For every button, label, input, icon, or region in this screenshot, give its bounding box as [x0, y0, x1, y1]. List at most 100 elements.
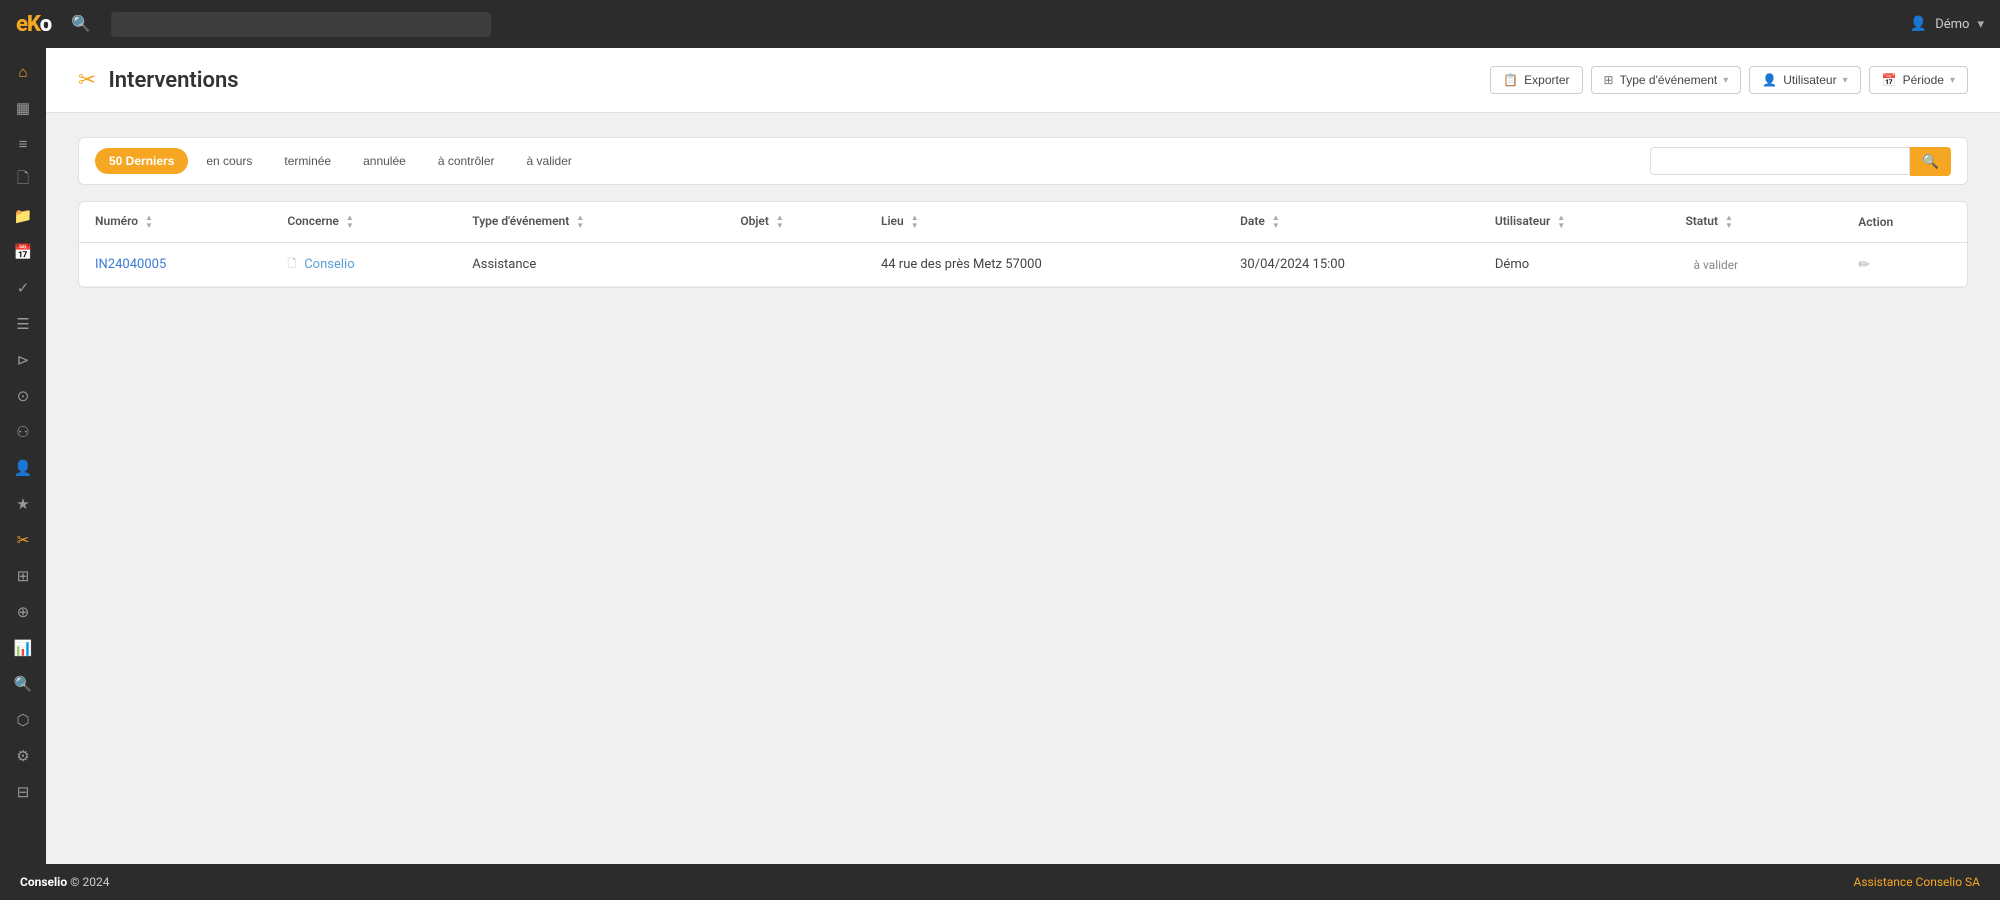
topnav-right: 👤 Démo ▾ [1910, 16, 1984, 32]
sort-arrows-date: ▲▼ [1272, 214, 1280, 230]
cell-concerne: 🗋 Conselio [271, 243, 456, 287]
sidebar-item-network[interactable]: ⬡ [5, 704, 41, 736]
cell-statut: à valider [1669, 243, 1842, 287]
col-utilisateur[interactable]: Utilisateur ▲▼ [1479, 202, 1670, 243]
user-filter-chevron-icon: ▾ [1843, 75, 1848, 86]
col-statut[interactable]: Statut ▲▼ [1669, 202, 1842, 243]
sidebar-item-badge[interactable]: ⊙ [5, 380, 41, 412]
user-filter-button[interactable]: 👤 Utilisateur ▾ [1749, 66, 1860, 94]
table-body: IN24040005 🗋 Conselio Assistance 44 rue … [79, 243, 1967, 287]
sidebar-item-lines[interactable]: ☰ [5, 308, 41, 340]
export-button[interactable]: 📋 Exporter [1490, 66, 1582, 94]
header-actions: 📋 Exporter ⊞ Type d'événement ▾ 👤 Utilis… [1490, 66, 1968, 94]
sidebar: ⌂ ▦ ≡ 🗋 📁 📅 ✓ ☰ ⊳ ⊙ ⚇ 👤 ★ ✂ ⊞ ⊕ 📊 🔍 ⬡ ⚙ … [0, 48, 46, 864]
sidebar-item-home[interactable]: ⌂ [5, 56, 41, 88]
topnav-left: eKo 🔍 [16, 10, 491, 38]
table-header: Numéro ▲▼ Concerne ▲▼ Type d'événement ▲… [79, 202, 1967, 243]
cell-type-evenement: Assistance [456, 243, 724, 287]
filter-search-area: 🔍 [1650, 147, 1951, 176]
cell-utilisateur: Démo [1479, 243, 1670, 287]
filter-search-button[interactable]: 🔍 [1910, 147, 1951, 176]
app-logo: eKo [16, 12, 51, 37]
sidebar-item-truck[interactable]: ⊳ [5, 344, 41, 376]
sidebar-item-table2[interactable]: ⊟ [5, 776, 41, 808]
filter-bar: 50 Derniers en cours terminée annulée à … [78, 137, 1968, 185]
period-filter-button[interactable]: 📅 Période ▾ [1869, 66, 1968, 94]
sidebar-item-star[interactable]: ★ [5, 488, 41, 520]
filter-tab-encours[interactable]: en cours [192, 148, 266, 174]
cell-numero: IN24040005 [79, 243, 271, 287]
topnav-search-input[interactable] [111, 12, 491, 37]
main-content: 50 Derniers en cours terminée annulée à … [46, 113, 2000, 864]
sidebar-item-folder[interactable]: 📁 [5, 200, 41, 232]
footer-left: Conselio © 2024 [20, 875, 110, 889]
sidebar-item-document[interactable]: 🗋 [5, 164, 41, 196]
sidebar-item-dashboard[interactable]: ▦ [5, 92, 41, 124]
col-objet[interactable]: Objet ▲▼ [724, 202, 865, 243]
sort-arrows-utilisateur: ▲▼ [1557, 214, 1565, 230]
user-label: Démo [1935, 17, 1969, 32]
table: Numéro ▲▼ Concerne ▲▼ Type d'événement ▲… [79, 202, 1967, 287]
sidebar-item-search[interactable]: 🔍 [5, 668, 41, 700]
sidebar-item-list[interactable]: ≡ [5, 128, 41, 160]
col-action: Action [1842, 202, 1967, 243]
filter-search-input[interactable] [1650, 147, 1910, 175]
edit-action-button[interactable]: ✏ [1858, 256, 1870, 273]
cell-lieu: 44 rue des près Metz 57000 [865, 243, 1224, 287]
event-type-icon: ⊞ [1604, 73, 1614, 87]
doc-icon: 🗋 [287, 255, 296, 274]
sidebar-item-group[interactable]: ⚇ [5, 416, 41, 448]
footer-year: © 2024 [70, 875, 109, 889]
sort-arrows-statut: ▲▼ [1725, 214, 1733, 230]
footer-right: Assistance Conselio SA [1854, 875, 1980, 889]
concerne-link[interactable]: 🗋 Conselio [287, 255, 440, 274]
sort-arrows-lieu: ▲▼ [911, 214, 919, 230]
col-lieu[interactable]: Lieu ▲▼ [865, 202, 1224, 243]
table-row: IN24040005 🗋 Conselio Assistance 44 rue … [79, 243, 1967, 287]
sort-arrows-objet: ▲▼ [776, 214, 784, 230]
sidebar-item-report[interactable]: ⊞ [5, 560, 41, 592]
filter-tab-50derniers[interactable]: 50 Derniers [95, 148, 188, 174]
sidebar-item-check[interactable]: ✓ [5, 272, 41, 304]
filter-tab-terminee[interactable]: terminée [270, 148, 345, 174]
sidebar-item-globe[interactable]: ⊕ [5, 596, 41, 628]
col-type-evenement[interactable]: Type d'événement ▲▼ [456, 202, 724, 243]
filter-tab-avalider[interactable]: à valider [513, 148, 586, 174]
col-concerne[interactable]: Concerne ▲▼ [271, 202, 456, 243]
sidebar-item-settings[interactable]: ⚙ [5, 740, 41, 772]
sidebar-item-calendar[interactable]: 📅 [5, 236, 41, 268]
footer-company: Conselio [20, 875, 67, 889]
event-type-chevron-icon: ▾ [1723, 75, 1728, 86]
cell-date: 30/04/2024 15:00 [1224, 243, 1479, 287]
user-filter-icon: 👤 [1762, 73, 1777, 87]
page-header: ✂ Interventions 📋 Exporter ⊞ Type d'évén… [46, 48, 2000, 113]
period-icon: 📅 [1882, 73, 1897, 87]
filter-tab-acontroler[interactable]: à contrôler [424, 148, 509, 174]
sort-arrows-concerne: ▲▼ [346, 214, 354, 230]
page-title: Interventions [108, 68, 238, 93]
main-layout: ⌂ ▦ ≡ 🗋 📁 📅 ✓ ☰ ⊳ ⊙ ⚇ 👤 ★ ✂ ⊞ ⊕ 📊 🔍 ⬡ ⚙ … [0, 48, 2000, 864]
table-header-row: Numéro ▲▼ Concerne ▲▼ Type d'événement ▲… [79, 202, 1967, 243]
cell-objet [724, 243, 865, 287]
sort-arrows-numero: ▲▼ [145, 214, 153, 230]
status-badge: à valider [1685, 256, 1746, 274]
export-icon: 📋 [1503, 73, 1518, 87]
numero-link[interactable]: IN24040005 [95, 257, 166, 272]
topnav-search-icon[interactable]: 🔍 [67, 10, 95, 38]
event-type-filter-button[interactable]: ⊞ Type d'événement ▾ [1591, 66, 1742, 94]
filter-tab-annulee[interactable]: annulée [349, 148, 420, 174]
user-icon: 👤 [1910, 16, 1927, 32]
page-title-icon: ✂ [78, 68, 96, 93]
page-content: ✂ Interventions 📋 Exporter ⊞ Type d'évén… [46, 48, 2000, 864]
sidebar-item-tool[interactable]: ✂ [5, 524, 41, 556]
period-chevron-icon: ▾ [1950, 75, 1955, 86]
sidebar-item-chart[interactable]: 📊 [5, 632, 41, 664]
top-navigation: eKo 🔍 👤 Démo ▾ [0, 0, 2000, 48]
sort-arrows-type: ▲▼ [576, 214, 584, 230]
col-date[interactable]: Date ▲▼ [1224, 202, 1479, 243]
col-numero[interactable]: Numéro ▲▼ [79, 202, 271, 243]
user-chevron-icon[interactable]: ▾ [1977, 17, 1984, 32]
cell-action: ✏ [1842, 243, 1967, 287]
sidebar-item-person[interactable]: 👤 [5, 452, 41, 484]
footer: Conselio © 2024 Assistance Conselio SA [0, 864, 2000, 900]
